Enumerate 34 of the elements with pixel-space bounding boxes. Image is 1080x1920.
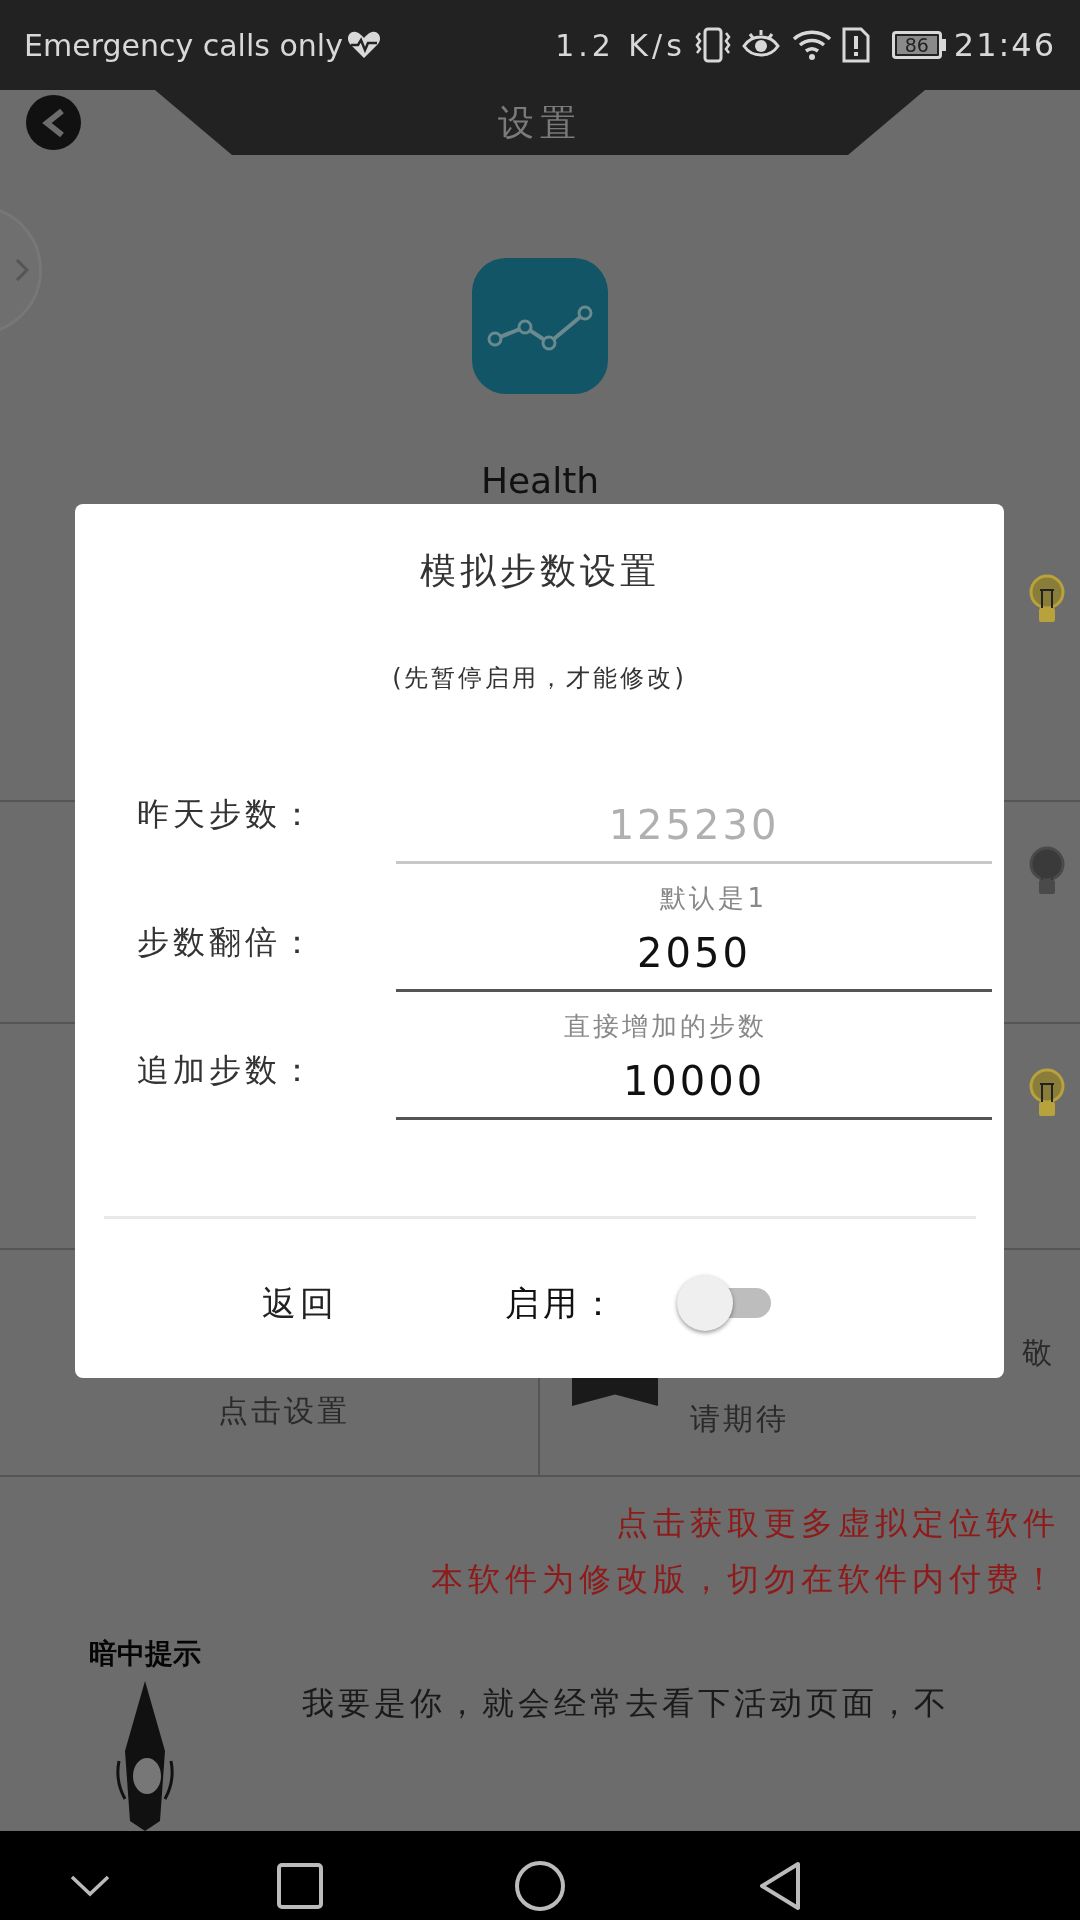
notice-text: 点击获取更多虚拟定位软件: [616, 1503, 1060, 1544]
heart-pulse-icon: [346, 30, 381, 60]
home-icon[interactable]: [514, 1860, 566, 1912]
app-name: Health: [480, 459, 600, 503]
chevron-down-icon[interactable]: [70, 1875, 110, 1897]
back-icon[interactable]: [758, 1861, 802, 1911]
dialog-title: 模拟步数设置: [419, 549, 660, 593]
switch-label: 启用：: [505, 1281, 619, 1325]
input-field[interactable]: 10000: [396, 1044, 992, 1120]
clock: 21:46: [953, 25, 1056, 66]
back-button[interactable]: [26, 95, 81, 150]
network-speed: 1.2 K/s: [555, 26, 686, 65]
chevron-right-icon: [15, 258, 29, 282]
chevron-left-icon: [41, 107, 66, 138]
wifi-icon: [791, 28, 832, 62]
recent-apps-icon[interactable]: [277, 1863, 323, 1909]
status-text: Emergency calls only: [24, 26, 343, 65]
field-hint: 直接增加的步数: [564, 1010, 767, 1043]
notice-text: 本软件为修改版，切勿在软件内付费！: [431, 1559, 1060, 1600]
field-label: 追加步数：: [136, 1050, 318, 1091]
vibrate-icon: [693, 25, 732, 65]
tip-text: 我要是你，就会经常去看下活动页面，不: [302, 1683, 950, 1724]
field-label: 步数翻倍：: [136, 922, 318, 963]
field-hint: 默认是1: [660, 882, 767, 915]
tip-title: 暗中提示: [89, 1636, 201, 1672]
page-title: 设置: [498, 100, 582, 145]
tile-label: 敬: [1022, 1334, 1052, 1372]
sim-alert-icon: [841, 27, 870, 63]
back-button[interactable]: 返回: [155, 1277, 445, 1329]
dialog-subtitle: (先暂停启用，才能修改): [392, 663, 687, 694]
input-field[interactable]: 2050: [396, 916, 992, 992]
tile-label: 请期待: [690, 1400, 789, 1438]
field-label: 昨天步数：: [136, 794, 318, 835]
tile-label: 点击设置: [218, 1392, 350, 1430]
